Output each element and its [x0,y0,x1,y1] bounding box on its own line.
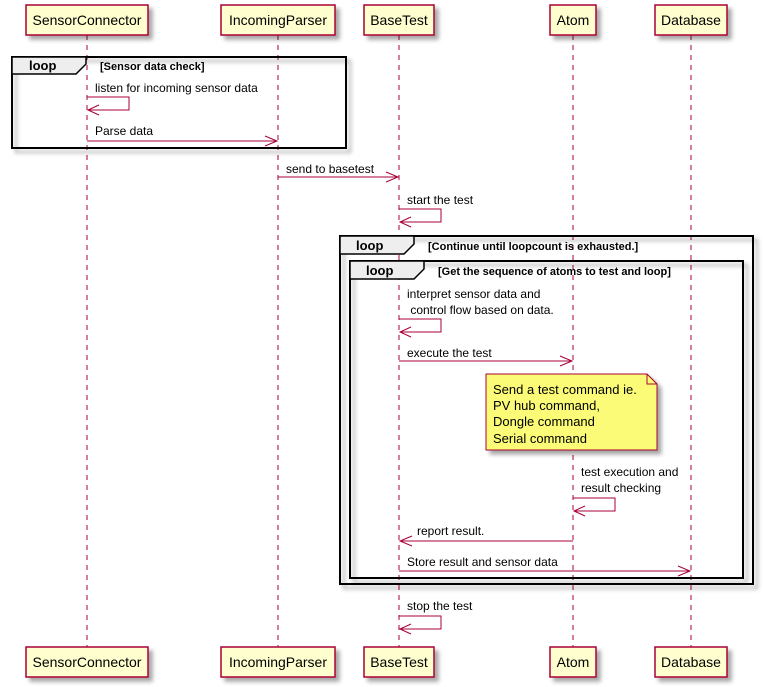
note-line: Send a test command ie. [493,382,637,397]
message-label: test execution and [581,465,678,479]
message-label: Parse data [95,124,153,138]
message-label: Store result and sensor data [407,555,558,569]
participant-label: SensorConnector [33,12,142,28]
message: send to basetest [278,162,400,183]
message-label: send to basetest [286,162,375,176]
participant-label: Atom [557,12,590,28]
participant-atom-top[interactable]: Atom [549,4,597,36]
participant-label: Database [661,12,721,28]
participant-label: Database [661,654,721,670]
message: listen for incoming sensor data [86,81,258,116]
message-label: start the test [407,193,474,207]
participant-label: IncomingParser [229,654,327,670]
loop-frame-sensor-check: loop [Sensor data check] [11,56,347,149]
note-line: Dongle command [493,414,595,429]
note: Send a test command ie. PV hub command, … [485,373,658,451]
participant-label: IncomingParser [229,12,327,28]
message: start the test [398,193,474,228]
participant-incomingparser-bottom[interactable]: IncomingParser [220,646,336,678]
participant-label: Atom [557,654,590,670]
participant-sensorconnector-top[interactable]: SensorConnector [25,4,149,36]
participant-atom-bottom[interactable]: Atom [549,646,597,678]
participant-sensorconnector-bottom[interactable]: SensorConnector [25,646,149,678]
message-label: execute the test [407,346,492,360]
participant-label: SensorConnector [33,654,142,670]
participant-label: BaseTest [370,654,428,670]
participant-basetest-bottom[interactable]: BaseTest [363,646,435,678]
message: Parse data [87,124,279,147]
loop-condition: [Get the sequence of atoms to test and l… [438,266,671,278]
message-label: interpret sensor data and [407,287,540,301]
message-label: stop the test [407,599,473,613]
loop-keyword: loop [356,238,383,253]
note-line: PV hub command, [493,398,600,413]
note-line: Serial command [493,431,587,446]
participant-label: BaseTest [370,12,428,28]
participant-database-top[interactable]: Database [654,4,728,36]
participant-incomingparser-top[interactable]: IncomingParser [220,4,336,36]
loop-condition: [Continue until loopcount is exhausted.] [428,241,639,253]
message-label: listen for incoming sensor data [95,81,258,95]
participant-basetest-top[interactable]: BaseTest [363,4,435,36]
loop-keyword: loop [366,263,393,278]
message-label: report result. [417,524,484,538]
message-label: control flow based on data. [407,303,554,317]
loop-keyword: loop [29,58,56,73]
loop-condition: [Sensor data check] [100,61,205,73]
message: stop the test [398,599,473,635]
participant-database-bottom[interactable]: Database [654,646,728,678]
sequence-diagram: loop [Sensor data check] loop [Continue … [11,4,754,678]
message-label: result checking [581,481,661,495]
